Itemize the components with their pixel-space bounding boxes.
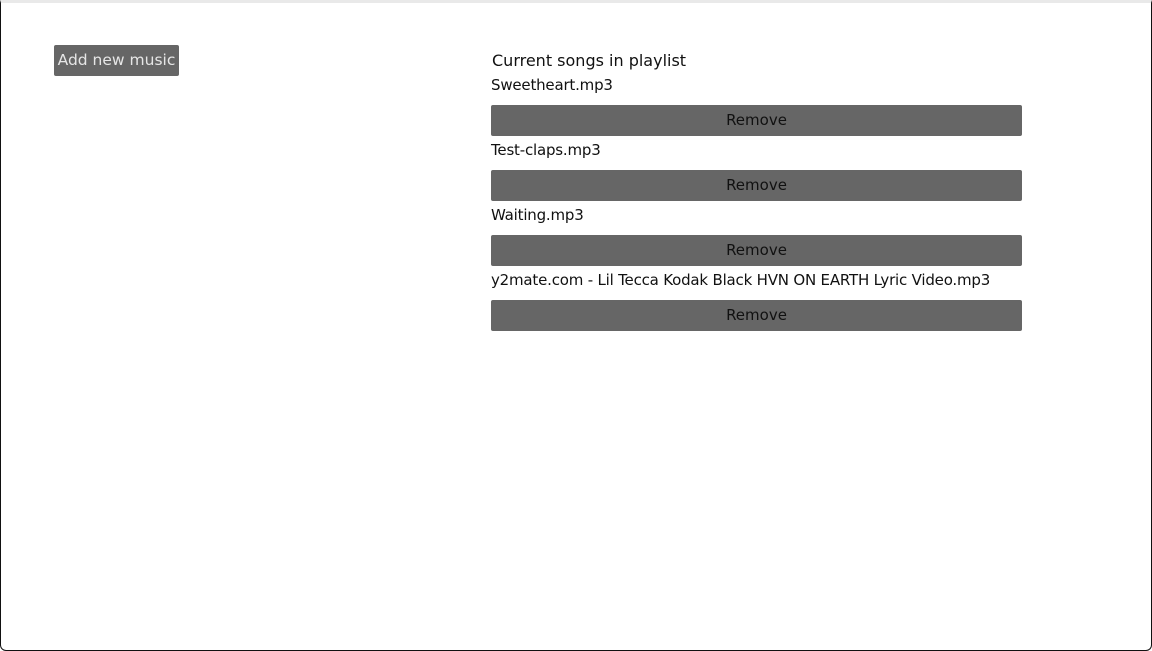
playlist-song: y2mate.com - Lil Tecca Kodak Black HVN O…	[491, 268, 1022, 333]
remove-song-button[interactable]: Remove	[491, 235, 1022, 266]
playlist-song: Test-claps.mp3 Remove	[491, 138, 1022, 203]
playlist-song: Waiting.mp3 Remove	[491, 203, 1022, 268]
app-window: Add new music Current songs in playlist …	[0, 0, 1152, 651]
playlist-title: Current songs in playlist	[492, 51, 687, 70]
remove-song-button[interactable]: Remove	[491, 170, 1022, 201]
playlist-song: Sweetheart.mp3 Remove	[491, 73, 1022, 138]
song-name: y2mate.com - Lil Tecca Kodak Black HVN O…	[491, 271, 991, 289]
remove-song-button[interactable]: Remove	[491, 300, 1022, 331]
playlist-panel: Current songs in playlist Sweetheart.mp3…	[491, 49, 1022, 333]
add-new-music-button[interactable]: Add new music	[54, 45, 179, 76]
song-name: Sweetheart.mp3	[491, 76, 613, 94]
song-name: Test-claps.mp3	[491, 141, 601, 159]
remove-song-button[interactable]: Remove	[491, 105, 1022, 136]
song-name: Waiting.mp3	[491, 206, 584, 224]
